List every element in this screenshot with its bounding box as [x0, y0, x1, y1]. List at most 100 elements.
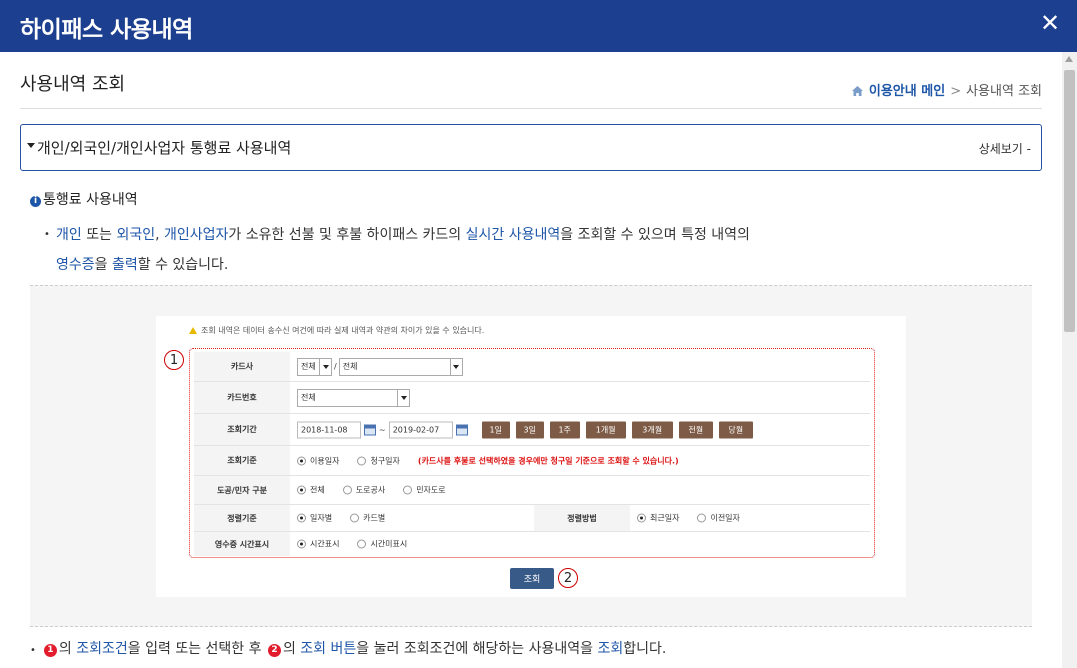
plain-text: 을 입력 또는 선택한 후 — [127, 641, 266, 657]
radio-billing-date[interactable]: 청구일자 — [357, 455, 400, 466]
search-button[interactable]: 조회 — [510, 568, 554, 589]
radio-usage-date[interactable]: 이용일자 — [297, 455, 339, 466]
warning-icon — [189, 327, 197, 334]
breadcrumb-separator: > — [950, 84, 962, 99]
receipt-label: 영수증 시간표시 — [194, 532, 290, 556]
plain-text: 의 — [282, 641, 301, 657]
billing-note: (카드사를 후불로 선택하였을 경우에만 청구일 기준으로 조회할 수 있습니다… — [417, 456, 679, 465]
chevron-down-icon — [449, 358, 462, 375]
window-title: 하이패스 사용내역 — [20, 17, 193, 43]
radio-oldest-first[interactable]: 이전일자 — [697, 513, 740, 524]
card-company-select-1[interactable]: 전체 — [297, 357, 332, 376]
card-number-label: 카드번호 — [194, 382, 290, 413]
main-content: 사용내역 조회 이용안내 메인 > 사용내역 조회 개인/외국인/개인사업자 통행료… — [0, 52, 1062, 668]
plain-text: 가 소유한 선불 및 후불 하이패스 카드의 — [228, 227, 466, 243]
period-button-this-month[interactable]: 당월 — [718, 421, 753, 438]
radio-unchecked-icon — [350, 513, 360, 523]
breadcrumb-current: 사용내역 조회 — [966, 84, 1042, 99]
highlight-text: 외국인 — [116, 227, 156, 243]
calendar-icon[interactable] — [455, 424, 468, 435]
scroll-up-icon[interactable] — [1065, 56, 1073, 62]
period-button-last-month[interactable]: 전월 — [678, 421, 713, 438]
section-description: • 개인 또는 외국인, 개인사업자가 소유한 선불 및 후불 하이패스 카드의… — [44, 220, 1004, 280]
plain-text: 할 수 있습니다. — [137, 257, 229, 273]
marker-2-small: 2 — [267, 643, 281, 657]
radio-checked-icon — [297, 513, 306, 523]
marker-1: 1 — [164, 350, 184, 370]
radio-road-expressway[interactable]: 도로공사 — [342, 485, 385, 496]
radio-road-private[interactable]: 민자도로 — [403, 485, 446, 496]
highlight-text: 개인 — [56, 227, 82, 243]
highlight-text: 영수증 — [56, 257, 95, 273]
card-company-select-2[interactable]: 전체 — [338, 357, 463, 376]
highlight-text: 조회조건 — [76, 641, 128, 657]
slash-separator: / — [334, 362, 337, 371]
radio-recent-first[interactable]: 최근일자 — [637, 513, 679, 524]
highlight-text: 조회 버튼 — [300, 641, 357, 657]
road-label: 도공/민자 구분 — [194, 476, 290, 504]
plain-text: 합니다. — [623, 641, 667, 657]
sort-basis-label: 정렬기준 — [194, 505, 290, 531]
highlight-text: 출력 — [111, 257, 138, 273]
bullet-dot: • — [30, 645, 36, 656]
row-receipt: 영수증 시간표시 시간표시 시간미표시 — [194, 532, 870, 556]
radio-hide-time[interactable]: 시간미표시 — [357, 539, 407, 550]
accordion-label: 개인/외국인/개인사업자 통행료 사용내역 — [37, 139, 292, 157]
radio-unchecked-icon — [357, 539, 367, 549]
marker-2: 2 — [558, 568, 578, 588]
marker-1-small: 1 — [43, 643, 57, 657]
date-to-input[interactable]: 2019-02-07 — [388, 421, 453, 438]
period-button-1w[interactable]: 1주 — [549, 421, 580, 438]
radio-road-all[interactable]: 전체 — [297, 485, 325, 496]
period-button-1m[interactable]: 1개월 — [585, 421, 626, 438]
plain-text: , — [155, 227, 164, 243]
highlight-text: 개인사업자 — [163, 227, 229, 243]
radio-sort-by-date[interactable]: 일자별 — [297, 513, 332, 524]
radio-unchecked-icon — [342, 485, 352, 495]
description-line-1: 개인 또는 외국인, 개인사업자가 소유한 선불 및 후불 하이패스 카드의 실… — [44, 220, 1004, 250]
radio-sort-by-card[interactable]: 카드별 — [350, 513, 385, 524]
footnote-part-1: 의 조회조건을 입력 또는 선택한 후 — [59, 641, 266, 657]
row-sort: 정렬기준 일자별 카드별 정렬방법 최근일자 이전일자 — [194, 505, 870, 532]
period-button-3d[interactable]: 3일 — [515, 421, 544, 438]
radio-show-time[interactable]: 시간표시 — [297, 539, 339, 550]
warning-text: 조회 내역은 데이터 송수신 여건에 따라 실제 내역과 약관의 차이가 있을 … — [201, 326, 485, 335]
guide-image-panel: 조회 내역은 데이터 송수신 여건에 따라 실제 내역과 약관의 차이가 있을 … — [30, 285, 1032, 627]
period-button-1d[interactable]: 1일 — [481, 421, 510, 438]
plain-text: 의 — [58, 641, 77, 657]
card-number-select[interactable]: 전체 — [297, 388, 410, 407]
chevron-down-icon — [397, 389, 409, 406]
home-icon — [851, 86, 863, 96]
radio-unchecked-icon — [357, 456, 367, 465]
close-icon[interactable]: ✕ — [1035, 8, 1065, 38]
scrollbar-thumb[interactable] — [1064, 70, 1075, 332]
breadcrumb-home-link[interactable]: 이용안내 메인 — [869, 84, 945, 99]
period-label: 조회기간 — [194, 414, 290, 445]
highlight-text: 조회 — [597, 641, 624, 657]
chevron-down-icon — [319, 358, 331, 375]
footnote: • 1 의 조회조건을 입력 또는 선택한 후 2의 조회 버튼을 눌러 조회조건에… — [30, 638, 666, 658]
radio-checked-icon — [637, 513, 646, 523]
radio-checked-icon — [297, 485, 306, 495]
radio-unchecked-icon — [697, 513, 707, 523]
radio-checked-icon — [297, 456, 306, 465]
footnote-part-2: 의 조회 버튼을 눌러 조회조건에 해당하는 사용내역을 조회합니다. — [283, 641, 666, 657]
row-road: 도공/민자 구분 전체 도로공사 민자도로 — [194, 476, 870, 505]
plain-text: 을 눌러 조회조건에 해당하는 사용내역을 — [356, 641, 598, 657]
date-from-input[interactable]: 2018-11-08 — [297, 421, 361, 438]
detail-toggle-link[interactable]: 상세보기 - — [979, 140, 1031, 157]
plain-text: 또는 — [81, 227, 117, 243]
info-icon: i — [30, 196, 41, 207]
search-conditions-box: 카드사 전체 / 전체 카드번호 전체 조회기간 2018-11-08 ~ 20… — [189, 348, 875, 558]
calendar-icon[interactable] — [364, 424, 376, 435]
row-card-company: 카드사 전체 / 전체 — [194, 352, 870, 382]
usage-accordion[interactable]: 개인/외국인/개인사업자 통행료 사용내역 상세보기 - — [20, 124, 1042, 171]
page-title: 사용내역 조회 — [20, 74, 126, 95]
plain-text: 을 — [94, 257, 112, 273]
vertical-scrollbar[interactable] — [1062, 52, 1077, 668]
period-button-3m[interactable]: 3개월 — [631, 421, 673, 438]
bullet-dot: • — [44, 229, 50, 240]
row-card-number: 카드번호 전체 — [194, 382, 870, 414]
description-line-2: 영수증을 출력할 수 있습니다. — [44, 250, 1004, 280]
breadcrumb: 이용안내 메인 > 사용내역 조회 — [851, 80, 1042, 99]
